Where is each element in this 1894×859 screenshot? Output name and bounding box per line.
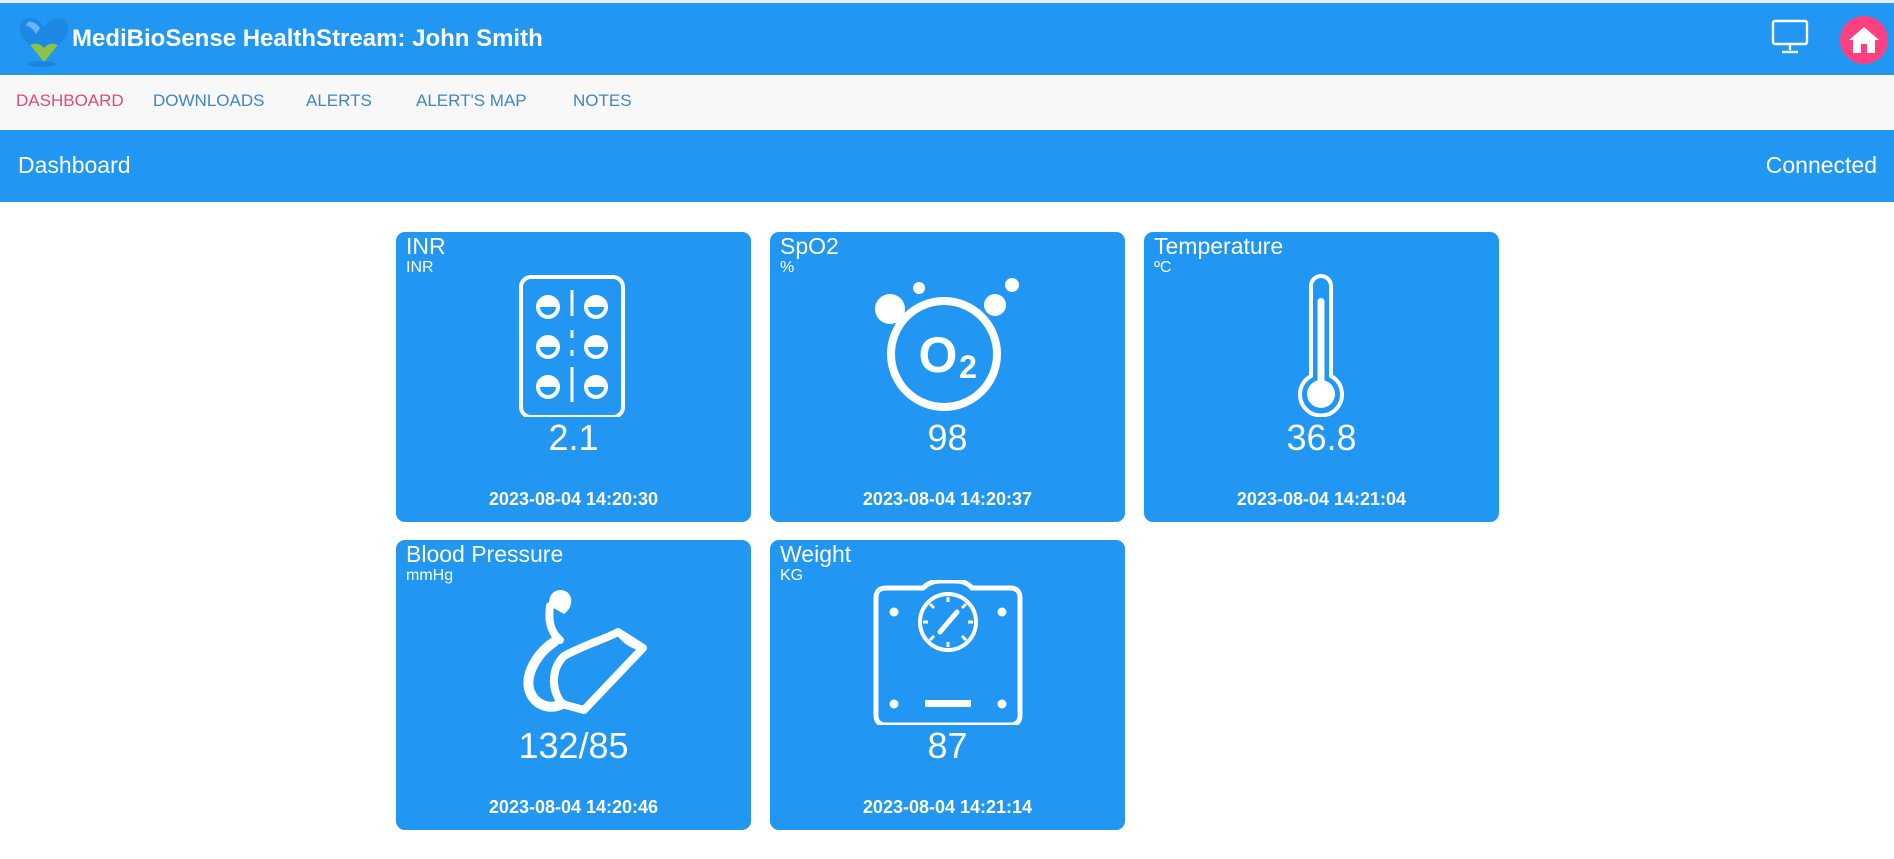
thermometer-icon [1298, 274, 1344, 417]
pill-pack-icon [519, 275, 625, 417]
card-timestamp: 2023-08-04 14:21:04 [1236, 489, 1407, 509]
page-title: Dashboard [18, 152, 131, 178]
monitor-button[interactable] [1770, 17, 1812, 57]
nav-downloads[interactable]: DOWNLOADS [153, 75, 264, 130]
inr-card[interactable]: INR INR 2.1 2023-08-04 14:20:30 [396, 232, 751, 522]
card-value: 36.8 [1286, 417, 1357, 458]
svg-text:O: O [919, 327, 958, 383]
heart-logo-icon [19, 17, 69, 67]
weighing-scale-icon [873, 580, 1023, 725]
app-header: MediBioSense HealthStream: John Smith [0, 3, 1894, 75]
card-timestamp: 2023-08-04 14:20:37 [862, 489, 1033, 509]
card-title: Temperature [1154, 233, 1284, 259]
card-value: 132/85 [518, 725, 629, 766]
page-header: Dashboard Connected [0, 130, 1894, 202]
card-value: 98 [927, 417, 968, 458]
connection-status: Connected [1765, 152, 1877, 178]
weight-card[interactable]: Weight KG 87 2023-08-04 14:21:14 [770, 540, 1125, 830]
card-timestamp: 2023-08-04 14:21:14 [862, 797, 1033, 817]
nav-dashboard[interactable]: DASHBOARD [16, 75, 124, 130]
home-icon [1849, 27, 1879, 53]
nav-alerts-map[interactable]: ALERT'S MAP [416, 75, 527, 130]
temperature-card[interactable]: Temperature ºC 36.8 2023-08-04 14:21:04 [1144, 232, 1499, 522]
card-timestamp: 2023-08-04 14:20:46 [488, 797, 659, 817]
monitor-icon [1771, 19, 1809, 54]
home-button[interactable] [1840, 16, 1888, 64]
main-nav: DASHBOARD DOWNLOADS ALERTS ALERT'S MAP N… [0, 75, 1894, 130]
card-title: SpO2 [780, 233, 839, 259]
spo2-card[interactable]: SpO2 % O 2 98 2023-08-04 14:20:37 [770, 232, 1125, 522]
card-timestamp: 2023-08-04 14:20:30 [488, 489, 659, 509]
blood-pressure-card[interactable]: Blood Pressure mmHg 132/85 2023-08-04 14… [396, 540, 751, 830]
card-value: 2.1 [548, 417, 599, 458]
app-title: MediBioSense HealthStream: John Smith [72, 25, 543, 52]
card-title: Weight [780, 541, 852, 567]
oxygen-icon: O 2 [875, 278, 1019, 411]
card-value: 87 [927, 725, 968, 766]
nav-notes[interactable]: NOTES [573, 75, 632, 130]
app: MediBioSense HealthStream: John Smith DA… [0, 0, 1894, 859]
nav-alerts[interactable]: ALERTS [306, 75, 372, 130]
svg-text:2: 2 [959, 349, 977, 385]
blood-pressure-cuff-icon [523, 589, 647, 714]
card-title: Blood Pressure [406, 541, 564, 567]
card-title: INR [406, 233, 446, 259]
